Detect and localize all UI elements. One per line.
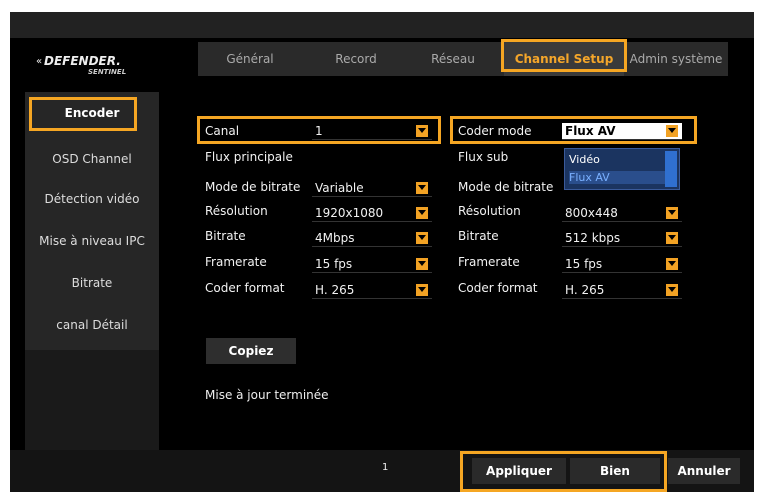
main-coder-format-label: Coder format <box>205 281 285 295</box>
tab-network[interactable]: Réseau <box>418 42 488 76</box>
sub-coder-format-select[interactable]: H. 265 <box>562 282 682 299</box>
tab-bar: Général Record Réseau Channel Setup Admi… <box>198 42 728 76</box>
sidebar-item-channel-detail[interactable]: canal Détail <box>25 318 159 332</box>
highlight-footer-buttons <box>460 451 667 492</box>
highlight-encoder <box>29 97 137 131</box>
sub-framerate-label: Framerate <box>458 255 520 269</box>
highlight-canal <box>197 116 441 144</box>
main-bitrate-select[interactable]: 4Mbps <box>312 230 432 247</box>
sub-coder-format-label: Coder format <box>458 281 538 295</box>
sidebar-item-bitrate[interactable]: Bitrate <box>25 276 159 290</box>
main-bitrate-value: 4Mbps <box>315 231 355 245</box>
main-bitrate-mode-select[interactable]: Variable <box>312 180 432 197</box>
dropdown-arrow-icon[interactable] <box>416 284 428 296</box>
copy-button[interactable]: Copiez <box>206 338 296 364</box>
sub-framerate-value: 15 fps <box>565 257 603 271</box>
dropdown-arrow-icon[interactable] <box>666 207 678 219</box>
logo-chevron-icon: « <box>36 56 43 67</box>
sub-framerate-select[interactable]: 15 fps <box>562 256 682 273</box>
sub-bitrate-mode-label: Mode de bitrate <box>458 180 554 194</box>
sidebar-filler <box>25 350 159 450</box>
sub-resolution-label: Résolution <box>458 204 521 218</box>
sub-bitrate-select[interactable]: 512 kbps <box>562 230 682 247</box>
dropdown-arrow-icon[interactable] <box>416 232 428 244</box>
main-resolution-value: 1920x1080 <box>315 206 384 220</box>
sidebar-item-ipc-upgrade[interactable]: Mise à niveau IPC <box>25 234 159 248</box>
page-number: 1 <box>382 462 389 473</box>
sub-resolution-select[interactable]: 800x448 <box>562 205 682 222</box>
dropdown-arrow-icon[interactable] <box>666 232 678 244</box>
sidebar-item-video-detection[interactable]: Détection vidéo <box>25 192 159 206</box>
status-text: Mise à jour terminée <box>205 388 329 402</box>
main-stream-heading: Flux principale <box>205 150 293 164</box>
main-resolution-select[interactable]: 1920x1080 <box>312 205 432 222</box>
main-framerate-select[interactable]: 15 fps <box>312 256 432 273</box>
dropdown-arrow-icon[interactable] <box>416 258 428 270</box>
main-coder-format-value: H. 265 <box>315 283 355 297</box>
main-framerate-value: 15 fps <box>315 257 353 271</box>
sub-stream-heading: Flux sub <box>458 150 509 164</box>
tab-record[interactable]: Record <box>316 42 396 76</box>
dropdown-arrow-icon[interactable] <box>666 258 678 270</box>
dropdown-arrow-icon[interactable] <box>666 284 678 296</box>
dropdown-scrollbar[interactable] <box>665 151 677 187</box>
sub-coder-format-value: H. 265 <box>565 283 605 297</box>
main-coder-format-select[interactable]: H. 265 <box>312 282 432 299</box>
dropdown-arrow-icon[interactable] <box>416 182 428 194</box>
main-bitrate-mode-value: Variable <box>315 181 364 195</box>
main-resolution-label: Résolution <box>205 204 268 218</box>
main-framerate-label: Framerate <box>205 255 267 269</box>
cancel-button[interactable]: Annuler <box>668 458 740 484</box>
dropdown-arrow-icon[interactable] <box>416 207 428 219</box>
logo-sub: SENTINEL <box>88 68 127 76</box>
dvr-window: « DEFENDER. SENTINEL Général Record Rése… <box>10 12 754 492</box>
highlight-coder-mode <box>450 116 697 144</box>
coder-mode-dropdown[interactable]: Vidéo Flux AV <box>564 148 680 190</box>
sidebar-item-osd-channel[interactable]: OSD Channel <box>25 152 159 166</box>
brand-logo: « DEFENDER. SENTINEL <box>36 54 136 84</box>
sub-resolution-value: 800x448 <box>565 206 618 220</box>
tab-admin-system[interactable]: Admin système <box>626 42 726 76</box>
coder-mode-option-av[interactable]: Flux AV <box>569 171 665 184</box>
sub-bitrate-value: 512 kbps <box>565 231 621 245</box>
sub-bitrate-label: Bitrate <box>458 229 499 243</box>
coder-mode-option-video[interactable]: Vidéo <box>569 153 600 166</box>
title-bar <box>10 12 754 38</box>
highlight-channel-setup-tab <box>501 39 627 72</box>
main-bitrate-label: Bitrate <box>205 229 246 243</box>
tab-general[interactable]: Général <box>210 42 290 76</box>
main-bitrate-mode-label: Mode de bitrate <box>205 180 301 194</box>
logo-name: DEFENDER. <box>44 54 121 68</box>
